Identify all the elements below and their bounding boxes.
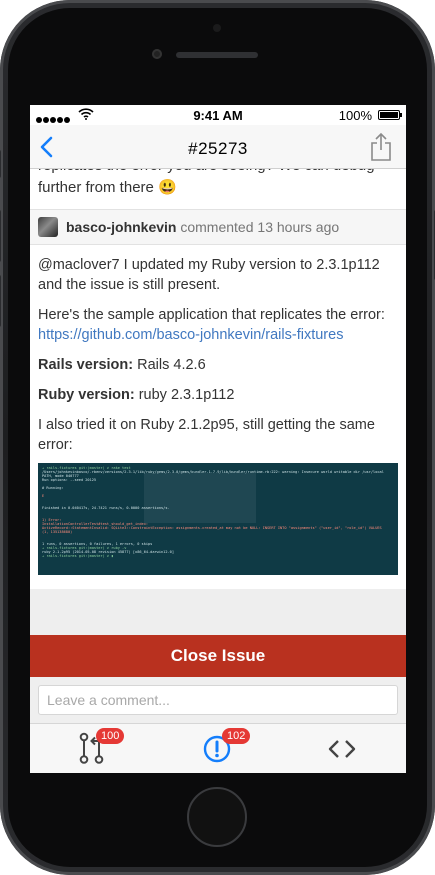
ruby-version-label: Ruby version:: [38, 387, 135, 403]
terminal-line: → rails-fixtures git:(master) ✗ ▮: [42, 554, 114, 558]
terminal-screenshot-image[interactable]: → rails-fixtures git:(master) ✗ rake tes…: [38, 463, 398, 575]
earpiece-speaker: [176, 52, 258, 58]
mute-switch: [0, 150, 1, 178]
status-bar: 9:41 AM 100%: [30, 105, 406, 125]
terminal-selection-highlight: [144, 473, 256, 523]
comment-input[interactable]: [38, 685, 398, 715]
tab-code[interactable]: [322, 730, 362, 766]
terminal-line: ActiveRecord::StatementInvalid: SQLite3:…: [42, 526, 382, 530]
repo-link[interactable]: https://github.com/basco-johnkevin/rails…: [38, 327, 343, 343]
front-camera: [152, 49, 162, 59]
terminal-line: E: [42, 494, 45, 498]
comment-time: 13 hours ago: [257, 219, 340, 235]
screen: 9:41 AM 100% #25273 replicates the error…: [30, 105, 406, 773]
code-icon: [328, 740, 356, 758]
close-issue-button[interactable]: Close Issue: [30, 635, 406, 677]
ruby-version-line: Ruby version: ruby 2.3.1p112: [38, 385, 398, 405]
pull-requests-badge: 100: [96, 728, 125, 744]
comment-paragraph-2: Here's the sample application that repli…: [38, 305, 398, 345]
comment-paragraph-2-text: Here's the sample application that repli…: [38, 307, 385, 323]
terminal-line: # Running:: [42, 486, 64, 490]
comment-meta: basco-johnkevin commented 13 hours ago: [66, 219, 339, 235]
comment-paragraph-5: I also tried it on Ruby 2.1.2p95, still …: [38, 417, 375, 453]
avatar[interactable]: [38, 217, 58, 237]
navigation-bar: #25273: [30, 125, 406, 169]
terminal-line: /Users/johnkevinbasco/.rbenv/versions/2.…: [42, 470, 384, 474]
content-footer-area: [30, 589, 406, 635]
rails-version-value: Rails 4.2.6: [133, 357, 206, 373]
comment-header: basco-johnkevin commented 13 hours ago: [30, 209, 406, 245]
comment-author[interactable]: basco-johnkevin: [66, 219, 176, 235]
tab-bar: 100 102: [30, 723, 406, 773]
terminal-line: Finished in 0.040417s, 24.7421 runs/s, 0…: [42, 506, 170, 510]
phone-frame: 9:41 AM 100% #25273 replicates the error…: [0, 0, 435, 875]
volume-down-button: [0, 275, 1, 327]
rails-version-label: Rails version:: [38, 357, 134, 373]
home-button[interactable]: [187, 787, 247, 847]
share-icon[interactable]: [370, 132, 392, 162]
issues-badge: 102: [222, 728, 251, 744]
battery-icon: [378, 110, 402, 120]
battery-percent: 100%: [338, 108, 372, 123]
proximity-sensor: [213, 24, 221, 32]
comment-paragraph-1: @maclover7 I updated my Ruby version to …: [38, 257, 380, 293]
ruby-version-value: ruby 2.3.1p112: [134, 387, 235, 403]
issue-number-title: #25273: [188, 139, 248, 158]
previous-comment-text: replicates the error you are seeing? We …: [38, 169, 375, 196]
comment-action: commented: [180, 219, 254, 235]
tab-pull-requests[interactable]: 100: [74, 728, 125, 766]
tab-issues[interactable]: 102: [198, 728, 251, 766]
volume-up-button: [0, 210, 1, 262]
terminal-line: (1, 135138680): [42, 530, 73, 534]
terminal-line: Run options: --seed 20125: [42, 478, 97, 482]
comment-composer: [30, 677, 406, 723]
issue-content[interactable]: replicates the error you are seeing? We …: [30, 169, 406, 635]
rails-version-line: Rails version: Rails 4.2.6: [38, 355, 398, 375]
